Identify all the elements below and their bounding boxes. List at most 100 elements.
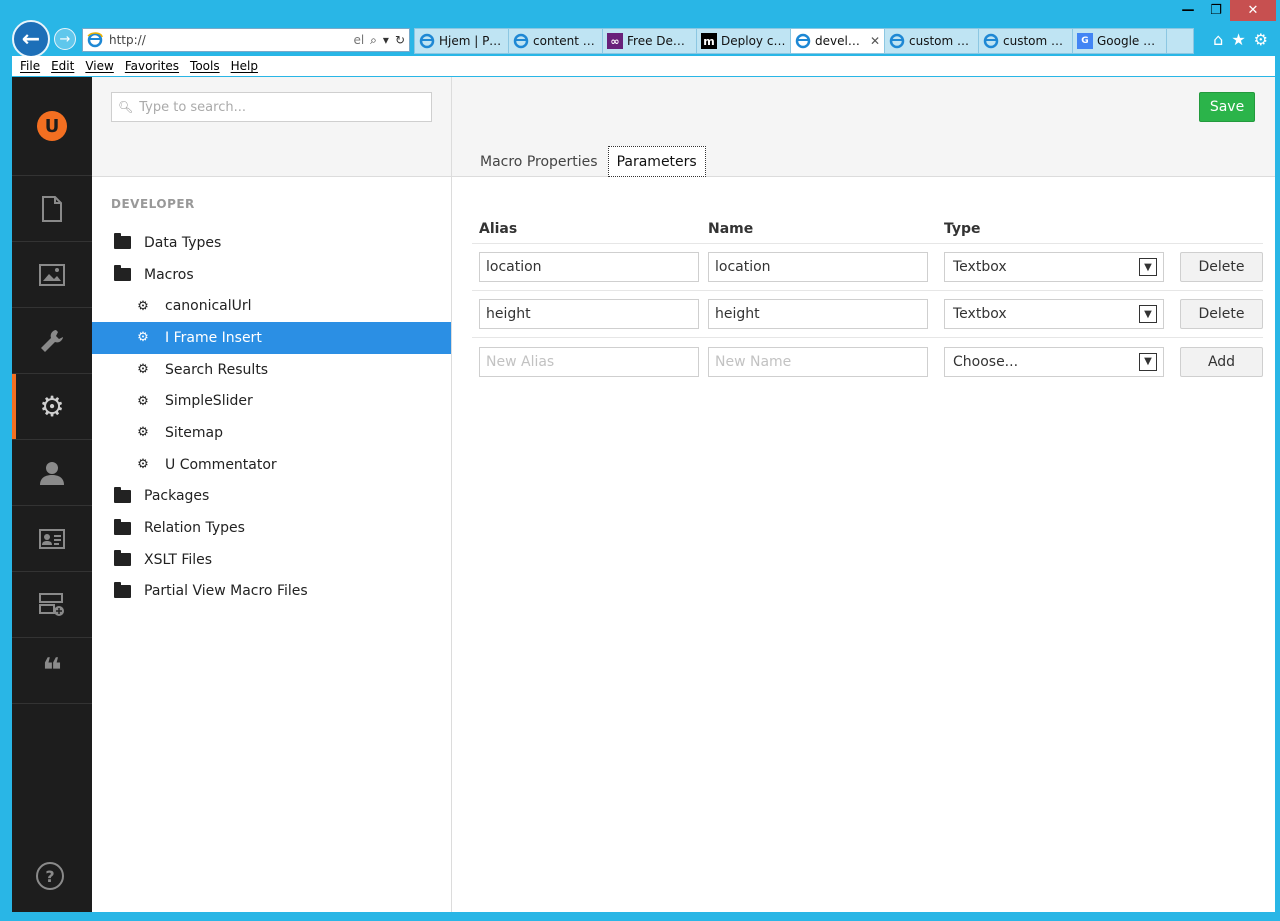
type-select[interactable]: Textbox ▼ [944,299,1164,329]
tree-item-relation-types[interactable]: Relation Types [92,512,451,544]
add-layout-icon [39,592,64,616]
section-media[interactable] [12,242,92,308]
section-members[interactable] [12,506,92,572]
browser-tab[interactable]: m Deploy co... [696,28,790,54]
new-name-input[interactable]: New Name [708,346,928,377]
add-button[interactable]: Add [1180,346,1263,377]
tab-label: custom gri... [909,34,974,48]
tree-item-label: Partial View Macro Files [144,583,308,600]
tree-panel: 🔍︎ Type to search... DEVELOPER Data Type… [92,77,452,912]
tree-item-macros[interactable]: Macros [92,259,451,291]
restore-button[interactable]: ❐ [1202,0,1230,21]
alias-input[interactable]: height [479,299,699,329]
tab-label: Free Dev T... [627,34,692,48]
new-type-select[interactable]: Choose... ▼ [944,346,1164,377]
browser-tab[interactable]: ∞ Free Dev T... [602,28,696,54]
search-icon[interactable]: ⌕ [370,33,377,48]
menu-tools[interactable]: Tools [190,59,220,73]
close-window-button[interactable]: ✕ [1230,0,1276,21]
document-icon [42,195,62,222]
home-icon[interactable]: ⌂ [1213,30,1223,49]
name-input[interactable]: height [708,299,928,329]
section-users[interactable] [12,440,92,506]
name-input[interactable]: location [708,252,928,282]
save-button[interactable]: Save [1199,92,1255,122]
delete-button[interactable]: Delete [1180,252,1263,282]
section-content[interactable] [12,176,92,242]
tab-label: Google Ov... [1097,34,1162,48]
help-button[interactable]: ? [36,862,64,890]
tree-item-simpleslider[interactable]: ⚙ SimpleSlider [92,385,451,417]
chevron-down-icon[interactable]: ▾ [383,33,389,48]
section-forms[interactable] [12,572,92,638]
alias-input[interactable]: location [479,252,699,282]
type-select[interactable]: Textbox ▼ [944,252,1164,282]
section-settings[interactable] [12,308,92,374]
tree-header: 🔍︎ Type to search... [92,77,451,177]
tree-item-data-types[interactable]: Data Types [92,227,451,259]
new-tab-button[interactable] [1166,28,1194,54]
user-icon [40,461,64,485]
tree-item-u-commentator[interactable]: ⚙ U Commentator [92,449,451,481]
tree-item-canonicalurl[interactable]: ⚙ canonicalUrl [92,290,451,322]
ie-icon [889,33,905,49]
visual-studio-icon: ∞ [607,33,623,49]
search-placeholder: Type to search... [139,99,246,115]
browser-tab[interactable]: content - ... [508,28,602,54]
tree-item-partial-view-macro-files[interactable]: Partial View Macro Files [92,576,451,608]
menu-help[interactable]: Help [231,59,258,73]
browser-tab[interactable]: Hjem | Pro... [414,28,508,54]
ie-icon [419,33,435,49]
ie-icon [513,33,529,49]
menu-view[interactable]: View [85,59,113,73]
star-icon[interactable]: ★ [1231,30,1245,49]
chevron-down-icon: ▼ [1139,352,1157,371]
gear-icon[interactable]: ⚙ [1254,30,1268,49]
tree-item-sitemap[interactable]: ⚙ Sitemap [92,417,451,449]
column-name: Name [708,220,754,237]
menu-favorites[interactable]: Favorites [125,59,179,73]
tab-label: Hjem | Pro... [439,34,504,48]
tree-item-search-results[interactable]: ⚙ Search Results [92,354,451,386]
wrench-icon [41,329,63,352]
browser-tab-active[interactable]: develo... ✕ [790,28,884,54]
tree-item-label: XSLT Files [144,551,213,568]
tree-item-i-frame-insert[interactable]: ⚙ I Frame Insert [92,322,451,354]
cogs-icon: ⚙ [137,330,149,346]
new-alias-input[interactable]: New Alias [479,346,699,377]
chevron-down-icon: ▼ [1139,258,1157,276]
section-translation[interactable]: ❝ [12,638,92,704]
type-select-value: Textbox [953,306,1007,322]
ie-icon [983,33,999,49]
refresh-icon[interactable]: ↻ [395,33,405,48]
ie-icon [795,33,811,49]
minimize-button[interactable]: — [1174,0,1202,21]
menu-file[interactable]: File [20,59,40,73]
close-tab-icon[interactable]: ✕ [870,34,880,48]
delete-button[interactable]: Delete [1180,299,1263,329]
menu-edit[interactable]: Edit [51,59,74,73]
cogs-icon: ⚙ [137,425,149,441]
gear-icon: ⚙ [39,390,65,423]
tree-item-xslt-files[interactable]: XSLT Files [92,544,451,576]
new-parameter-row: New Alias New Name Choose... ▼ Add [472,338,1263,385]
logo[interactable]: U [12,77,92,176]
forward-button[interactable]: → [54,28,76,50]
tree-item-label: U Commentator [165,456,277,473]
type-select-value: Textbox [953,259,1007,275]
tree-item-label: Search Results [165,361,269,378]
tab-macro-properties[interactable]: Macro Properties [472,146,606,177]
address-bar[interactable]: http:// el ⌕ ▾ ↻ [82,28,410,52]
search-input[interactable]: 🔍︎ Type to search... [111,92,432,122]
tree-item-packages[interactable]: Packages [92,481,451,513]
browser-tab[interactable]: custom gri... [884,28,978,54]
back-button[interactable]: ← [12,20,50,58]
cogs-icon: ⚙ [137,457,149,473]
browser-tab[interactable]: custom gr... [978,28,1072,54]
cogs-icon: ⚙ [137,362,149,378]
tab-parameters[interactable]: Parameters [607,146,706,177]
arrow-right-icon: → [59,31,71,47]
section-developer[interactable]: ⚙ [12,374,92,440]
question-icon: ? [45,866,55,886]
browser-tab[interactable]: G Google Ov... [1072,28,1166,54]
